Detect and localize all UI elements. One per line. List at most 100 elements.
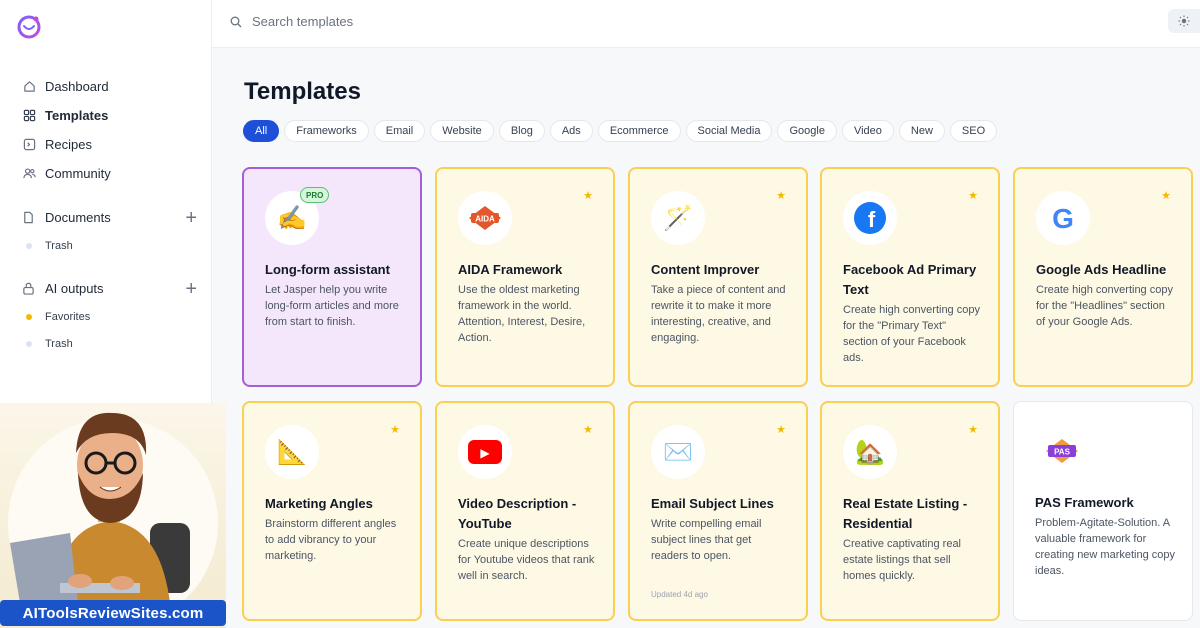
documents-section[interactable]: Documents +: [22, 203, 197, 232]
filter-chip-video[interactable]: Video: [841, 120, 894, 142]
favorite-star-icon[interactable]: ★: [776, 423, 786, 436]
card-title: Real Estate Listing - Residential: [843, 496, 968, 531]
lock-icon: [22, 282, 36, 296]
ai-outputs-label: AI outputs: [45, 281, 104, 296]
template-card-aida-framework[interactable]: AIDA ★ AIDA Framework Use the oldest mar…: [435, 167, 615, 387]
card-description: Create high converting copy for the "Hea…: [1036, 284, 1173, 328]
sidebar-item-label: Recipes: [45, 137, 92, 152]
filter-chip-new[interactable]: New: [898, 120, 945, 142]
users-icon: [22, 167, 36, 181]
add-document-icon[interactable]: +: [185, 208, 197, 228]
favorite-star-icon[interactable]: ★: [968, 189, 978, 202]
updated-timestamp: Updated 4d ago: [651, 590, 708, 599]
card-title: Video Description - YouTube: [458, 496, 577, 531]
youtube-play-glyph: ▶: [480, 446, 490, 460]
ai-outputs-favorites[interactable]: Favorites: [22, 303, 197, 330]
sidebar-item-templates[interactable]: Templates: [22, 101, 197, 130]
pas-logo-text: PAS: [1054, 448, 1071, 457]
sidebar-item-community[interactable]: Community: [22, 159, 197, 188]
ai-outputs-trash-label: Trash: [45, 337, 73, 350]
card-description: Write compelling email subject lines tha…: [651, 518, 762, 562]
template-card-email-subject-lines[interactable]: ✉️ ★ Email Subject Lines Write compellin…: [628, 401, 808, 621]
facebook-icon: f: [843, 191, 897, 245]
search-bar[interactable]: [230, 14, 552, 29]
favorite-star-icon[interactable]: ★: [583, 189, 593, 202]
template-card-long-form-assistant[interactable]: ✍️ PRO Long-form assistant Let Jasper he…: [242, 167, 422, 387]
document-icon: [22, 211, 36, 225]
template-card-real-estate-listing[interactable]: 🏡 ★ Real Estate Listing - Residential Cr…: [820, 401, 1000, 621]
filter-chip-ecommerce[interactable]: Ecommerce: [597, 120, 681, 142]
dot-icon: [26, 242, 32, 249]
filter-chip-ads[interactable]: Ads: [549, 120, 593, 142]
sidebar-item-dashboard[interactable]: Dashboard: [22, 72, 197, 101]
favorite-star-icon[interactable]: ★: [1161, 189, 1171, 202]
pas-logo-icon: PAS: [1035, 424, 1089, 478]
template-card-pas-framework[interactable]: PAS PAS Framework Problem-Agitate-Soluti…: [1013, 401, 1193, 621]
filter-chips: All Frameworks Email Website Blog Ads Ec…: [243, 120, 1002, 142]
favorite-star-icon[interactable]: ★: [776, 189, 786, 202]
ai-outputs-trash[interactable]: Trash: [22, 330, 197, 357]
search-icon: [230, 16, 242, 27]
filter-chip-frameworks[interactable]: Frameworks: [284, 120, 369, 142]
card-title: Long-form assistant: [265, 262, 390, 277]
filter-chip-social-media[interactable]: Social Media: [685, 120, 773, 142]
card-description: Problem-Agitate-Solution. A valuable fra…: [1035, 517, 1176, 577]
magic-wand-icon: 🪄: [651, 191, 705, 245]
youtube-icon: ▶: [458, 425, 512, 479]
envelope-icon: ✉️: [651, 425, 705, 479]
card-title: Google Ads Headline: [1036, 262, 1167, 277]
documents-trash[interactable]: Trash: [22, 232, 197, 259]
add-output-icon[interactable]: +: [185, 279, 197, 299]
dot-icon: [26, 340, 32, 347]
theme-toggle-button[interactable]: [1168, 9, 1200, 33]
set-square-icon: 📐: [265, 425, 319, 479]
google-glyph: G: [1052, 203, 1074, 234]
card-title: Marketing Angles: [265, 496, 373, 511]
card-description: Let Jasper help you write long-form arti…: [265, 284, 399, 328]
filter-chip-seo[interactable]: SEO: [949, 120, 998, 142]
home-icon: [22, 80, 36, 94]
favorite-star-icon[interactable]: ★: [390, 423, 400, 436]
template-card-google-ads-headline[interactable]: G ★ Google Ads Headline Create high conv…: [1013, 167, 1193, 387]
sidebar-item-label: Templates: [45, 108, 109, 123]
sidebar-nav: Dashboard Templates Recipes Community Do…: [22, 72, 197, 357]
aida-logo-text: AIDA: [475, 215, 495, 224]
card-description: Take a piece of content and rewrite it t…: [651, 284, 786, 344]
template-card-content-improver[interactable]: 🪄 ★ Content Improver Take a piece of con…: [628, 167, 808, 387]
house-icon: 🏡: [843, 425, 897, 479]
promo-banner[interactable]: AIToolsReviewSites.com: [0, 600, 226, 626]
aida-logo-icon: AIDA: [458, 191, 512, 245]
filter-chip-google[interactable]: Google: [777, 120, 837, 142]
sidebar-item-label: Dashboard: [45, 79, 109, 94]
sidebar-item-label: Community: [45, 166, 111, 181]
sidebar-item-recipes[interactable]: Recipes: [22, 130, 197, 159]
favorite-star-icon[interactable]: ★: [583, 423, 593, 436]
card-description: Brainstorm different angles to add vibra…: [265, 518, 397, 562]
top-bar: [212, 0, 1200, 48]
google-icon: G: [1036, 191, 1090, 245]
terminal-icon: [22, 138, 36, 152]
template-card-marketing-angles[interactable]: 📐 ★ Marketing Angles Brainstorm differen…: [242, 401, 422, 621]
ai-outputs-section[interactable]: AI outputs +: [22, 274, 197, 303]
documents-label: Documents: [45, 210, 111, 225]
card-description: Create unique descriptions for Youtube v…: [458, 538, 595, 582]
template-card-video-description-youtube[interactable]: ▶ ★ Video Description - YouTube Create u…: [435, 401, 615, 621]
card-title: AIDA Framework: [458, 262, 563, 277]
page-title: Templates: [244, 78, 361, 105]
jasper-logo-icon[interactable]: [16, 13, 42, 39]
favorite-star-icon[interactable]: ★: [968, 423, 978, 436]
promo-image: AIToolsReviewSites.com: [0, 403, 226, 628]
filter-chip-blog[interactable]: Blog: [498, 120, 545, 142]
facebook-glyph: f: [868, 207, 876, 232]
filter-chip-website[interactable]: Website: [430, 120, 494, 142]
card-title: PAS Framework: [1035, 495, 1134, 510]
filter-chip-email[interactable]: Email: [373, 120, 426, 142]
cartoon-man-illustration: [8, 412, 218, 628]
dot-icon: [26, 313, 32, 320]
filter-chip-all[interactable]: All: [243, 120, 280, 142]
template-card-facebook-ad-primary-text[interactable]: f ★ Facebook Ad Primary Text Create high…: [820, 167, 1000, 387]
card-description: Creative captivating real estate listing…: [843, 538, 962, 582]
card-description: Use the oldest marketing framework in th…: [458, 284, 586, 344]
search-input[interactable]: [252, 14, 552, 29]
favorites-label: Favorites: [45, 310, 91, 323]
